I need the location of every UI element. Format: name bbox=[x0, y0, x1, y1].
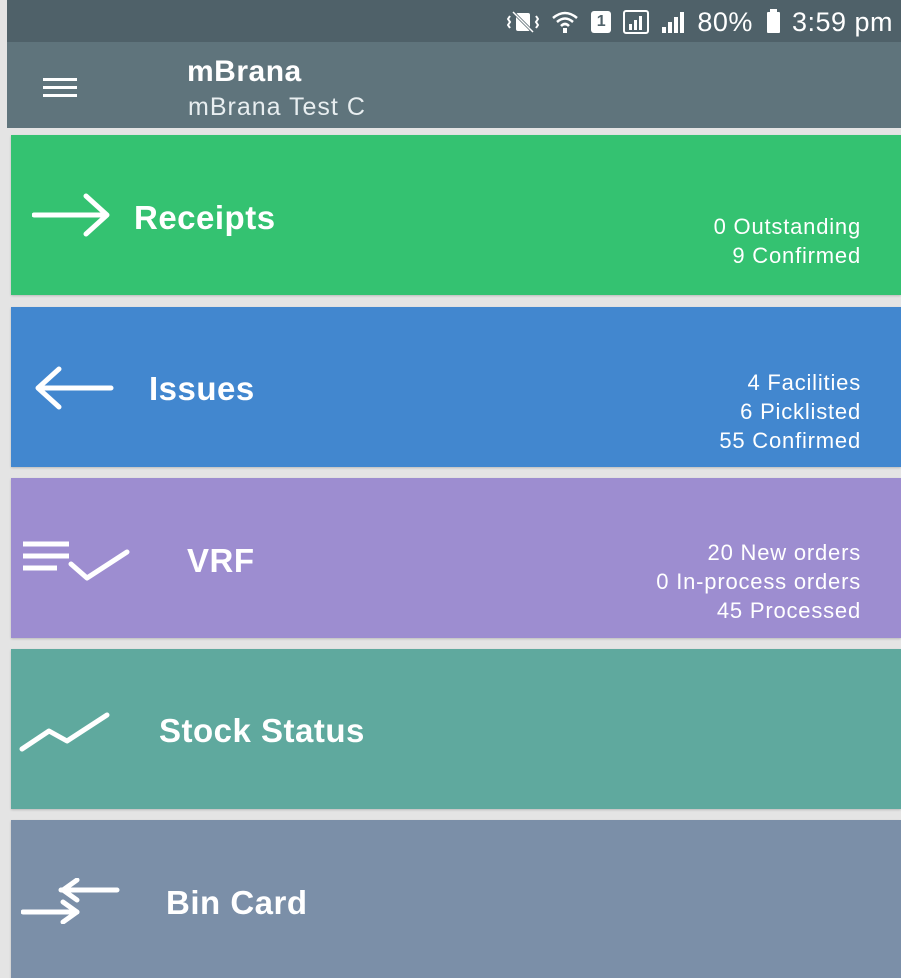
signal-bars-icon bbox=[661, 10, 685, 34]
battery-percent: 80% bbox=[697, 6, 753, 37]
app-screen: 1 80% 3:59 pm mBrana mBrana Test C Recei… bbox=[0, 0, 901, 978]
clock-time: 3:59 pm bbox=[791, 6, 893, 37]
tile-label-stock-status: Stock Status bbox=[159, 712, 365, 749]
tile-receipts[interactable]: Receipts 0 Outstanding 9 Confirmed bbox=[11, 135, 901, 295]
tile-stats-receipts: 0 Outstanding 9 Confirmed bbox=[714, 212, 861, 270]
wifi-icon bbox=[551, 10, 579, 34]
tile-stats-vrf: 20 New orders 0 In-process orders 45 Pro… bbox=[656, 538, 861, 625]
swap-arrows-icon bbox=[21, 878, 120, 924]
app-subtitle: mBrana Test C bbox=[188, 93, 366, 121]
status-icons: 1 80% 3:59 pm bbox=[507, 7, 893, 37]
stat-confirmed: 55 Confirmed bbox=[719, 428, 861, 453]
stat-facilities: 4 Facilities bbox=[747, 370, 861, 395]
stat-picklisted: 6 Picklisted bbox=[740, 399, 861, 424]
trend-line-icon bbox=[19, 712, 110, 752]
tile-bin-card[interactable]: Bin Card bbox=[11, 820, 901, 978]
tile-vrf[interactable]: VRF 20 New orders 0 In-process orders 45… bbox=[11, 478, 901, 638]
arrow-left-icon bbox=[35, 366, 114, 410]
playlist-check-icon bbox=[23, 541, 130, 581]
data-signal-icon bbox=[623, 10, 650, 34]
app-bar: mBrana mBrana Test C bbox=[7, 42, 901, 128]
stat-processed: 45 Processed bbox=[716, 598, 861, 623]
sim-slot-icon: 1 bbox=[591, 11, 612, 33]
arrow-right-icon bbox=[32, 193, 110, 237]
tile-stats-issues: 4 Facilities 6 Picklisted 55 Confirmed bbox=[719, 368, 861, 455]
stat-outstanding: 0 Outstanding bbox=[713, 214, 861, 239]
tile-stock-status[interactable]: Stock Status bbox=[11, 649, 901, 809]
tile-label-bin-card: Bin Card bbox=[166, 884, 308, 921]
stat-confirmed: 9 Confirmed bbox=[732, 243, 861, 268]
tile-issues[interactable]: Issues 4 Facilities 6 Picklisted 55 Conf… bbox=[11, 307, 901, 467]
tile-label-vrf: VRF bbox=[187, 542, 255, 579]
stat-in-process-orders: 0 In-process orders bbox=[656, 569, 861, 594]
status-bar: 1 80% 3:59 pm bbox=[7, 0, 901, 42]
vibrate-mute-icon bbox=[507, 10, 540, 34]
app-title: mBrana bbox=[187, 55, 302, 88]
battery-icon bbox=[766, 8, 780, 33]
stat-new-orders: 20 New orders bbox=[707, 540, 861, 565]
tile-label-receipts: Receipts bbox=[134, 199, 276, 236]
hamburger-menu-icon[interactable] bbox=[39, 68, 83, 104]
tile-label-issues: Issues bbox=[149, 370, 255, 407]
